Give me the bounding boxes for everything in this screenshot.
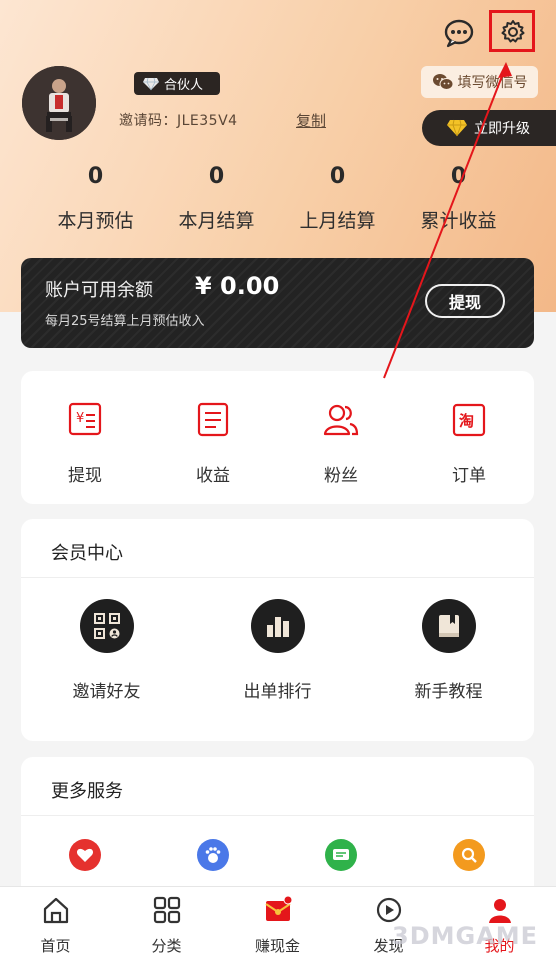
- heart-icon: [69, 839, 101, 871]
- chat-bubble-icon: [444, 19, 474, 48]
- watermark: 3DMGAME: [392, 922, 539, 950]
- partner-badge: 合伙人: [134, 72, 220, 95]
- service-item-search[interactable]: [405, 839, 533, 871]
- withdraw-icon: ¥: [68, 402, 102, 436]
- stat-label: 本月结算: [178, 210, 255, 232]
- stat-value: 0: [208, 164, 225, 189]
- message-button[interactable]: [440, 14, 478, 52]
- avatar-figure-icon: [22, 66, 96, 140]
- stat-value: 0: [329, 164, 346, 189]
- member-item-beginner-tutorial[interactable]: 新手教程: [363, 599, 534, 702]
- stat-value: 0: [87, 164, 104, 189]
- more-services-title: 更多服务: [51, 781, 123, 802]
- order-icon: 淘: [452, 403, 486, 437]
- stat-value: 0: [450, 164, 467, 189]
- stat-last-month-settled[interactable]: 0 上月结算: [268, 164, 407, 233]
- quick-action-label: 订单: [452, 466, 486, 486]
- quick-action-fans[interactable]: 粉丝: [277, 401, 405, 486]
- nav-label: 赚现金: [254, 937, 300, 955]
- gear-icon: [501, 20, 525, 43]
- divider: [21, 815, 534, 816]
- invite-code: 邀请码：JLE35V4: [119, 113, 238, 129]
- book-icon: [438, 615, 459, 637]
- member-item-circle: [79, 599, 134, 653]
- stat-this-month-estimate[interactable]: 0 本月预估: [26, 164, 165, 233]
- member-item-order-ranking[interactable]: 出单排行: [192, 599, 363, 702]
- quick-action-withdraw[interactable]: ¥ 提现: [21, 401, 149, 486]
- nav-item-earn-cash[interactable]: 赚现金: [222, 895, 333, 956]
- balance-amount: ¥ 0.00: [195, 272, 280, 300]
- svg-text:淘: 淘: [458, 412, 474, 430]
- service-item-favorites[interactable]: [21, 839, 149, 871]
- wechat-icon: [432, 74, 453, 90]
- member-item-label: 出单排行: [243, 682, 312, 702]
- stat-label: 累计收益: [420, 210, 497, 232]
- service-item-footprint[interactable]: [149, 839, 277, 871]
- balance-card: 账户可用余额 ¥ 0.00 每月25号结算上月预估收入 提现: [21, 258, 534, 348]
- quick-action-label: 粉丝: [324, 466, 358, 486]
- grid-icon: [153, 896, 180, 924]
- member-center-card: 会员中心 邀请好友 出单排行 新手教程: [21, 519, 534, 741]
- red-packet-icon: [264, 895, 292, 921]
- member-item-label: 新手教程: [414, 682, 483, 702]
- withdraw-button[interactable]: 提现: [425, 284, 505, 318]
- member-item-circle: [421, 599, 476, 653]
- settings-button[interactable]: [489, 10, 535, 52]
- nav-item-home[interactable]: 首页: [0, 895, 111, 956]
- quick-action-label: 收益: [196, 466, 230, 486]
- fill-wechat-button[interactable]: 填写微信号: [421, 66, 538, 98]
- member-item-circle: [250, 599, 305, 653]
- footprint-icon: [197, 839, 229, 871]
- nav-label: 分类: [151, 937, 182, 955]
- fans-icon: [323, 404, 359, 436]
- discover-icon: [376, 897, 401, 923]
- quick-actions-card: ¥ 提现 收益 粉丝 淘 订单: [21, 371, 534, 504]
- search-icon: [453, 839, 485, 871]
- diamond-icon: [447, 119, 467, 137]
- balance-note: 每月25号结算上月预估收入: [45, 314, 205, 329]
- qr-code-icon: [93, 613, 120, 639]
- quick-action-order[interactable]: 淘 订单: [405, 401, 533, 486]
- partner-badge-label: 合伙人: [164, 78, 204, 93]
- quick-action-label: 提现: [68, 466, 102, 486]
- member-item-invite-friends[interactable]: 邀请好友: [21, 599, 192, 702]
- copy-invite-code-link[interactable]: 复制: [296, 110, 326, 131]
- member-center-title: 会员中心: [51, 543, 123, 564]
- bar-chart-icon: [266, 617, 289, 637]
- svg-text:¥: ¥: [76, 411, 84, 426]
- avatar[interactable]: [22, 66, 96, 140]
- nav-item-category[interactable]: 分类: [111, 895, 222, 956]
- stat-total-earnings[interactable]: 0 累计收益: [389, 164, 528, 233]
- more-services-card: 更多服务: [21, 757, 534, 897]
- diamond-icon: [143, 77, 159, 90]
- income-icon: [197, 402, 229, 437]
- fill-wechat-label: 填写微信号: [457, 75, 528, 91]
- home-icon: [43, 897, 68, 924]
- message-icon: [325, 839, 357, 871]
- stat-this-month-settled[interactable]: 0 本月结算: [147, 164, 286, 233]
- quick-action-income[interactable]: 收益: [149, 401, 277, 486]
- balance-title: 账户可用余额: [45, 280, 153, 301]
- service-item-message[interactable]: [277, 839, 405, 871]
- member-item-label: 邀请好友: [72, 682, 141, 702]
- upgrade-button[interactable]: 立即升级: [422, 110, 556, 146]
- upgrade-label: 立即升级: [474, 121, 530, 137]
- stat-label: 上月结算: [299, 210, 376, 232]
- profile-icon: [488, 899, 511, 923]
- divider: [21, 577, 534, 578]
- nav-label: 首页: [40, 937, 71, 955]
- stat-label: 本月预估: [57, 210, 134, 232]
